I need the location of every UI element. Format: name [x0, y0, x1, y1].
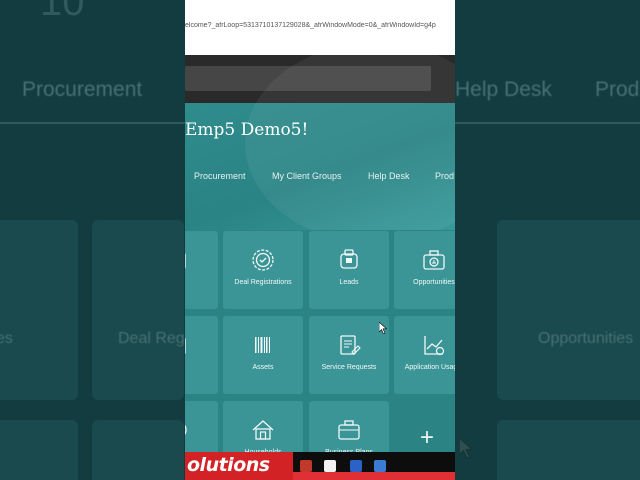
- tab-prod[interactable]: Prod: [435, 171, 454, 181]
- video-banner: olutions: [185, 452, 455, 480]
- tile-label: Service Requests: [321, 364, 377, 371]
- banner-text: olutions: [187, 454, 270, 476]
- lead-icon: [336, 247, 362, 273]
- taskbar-icons: [300, 460, 450, 474]
- bg-tile-label-2: Deal Reg: [118, 330, 185, 347]
- circle-icon: [185, 417, 191, 443]
- bg-tile-6: [497, 420, 640, 480]
- chart-icon: [421, 332, 447, 358]
- mouse-cursor-icon: [379, 322, 387, 334]
- tile-assets[interactable]: Assets: [223, 316, 303, 394]
- tile-es[interactable]: es: [185, 231, 218, 309]
- bg-tile-3: [497, 220, 640, 400]
- bg-tile-4: [0, 420, 78, 480]
- taskbar-app-icon[interactable]: [350, 460, 362, 472]
- tile-label: Leads: [339, 279, 359, 286]
- business-plan-icon: [336, 417, 362, 443]
- barcode-icon: [250, 332, 276, 358]
- tile-service-requests[interactable]: Service Requests: [309, 316, 389, 394]
- bg-procurement: Procurement: [22, 78, 143, 101]
- welcome-greeting: Emp5 Demo5!: [185, 120, 309, 140]
- app-window: elcome?_afrLoop=5313710137129028&_afrWin…: [185, 0, 455, 480]
- taskbar-app-icon[interactable]: [324, 460, 336, 472]
- welcome-banner: Emp5 Demo5! Procurement My Client Groups…: [185, 43, 455, 243]
- tile-leads[interactable]: Leads: [309, 231, 389, 309]
- mouse-cursor-shadow-icon: [459, 438, 473, 458]
- bg-tile-right-label: Opportunities: [538, 330, 634, 347]
- bg-help-desk: Help Desk: [455, 78, 552, 101]
- tab-procurement[interactable]: Procurement: [194, 171, 246, 181]
- house-icon: [250, 417, 276, 443]
- taskbar-app-icon[interactable]: [300, 460, 312, 472]
- tab-my-client-groups[interactable]: My Client Groups: [272, 171, 342, 181]
- tile-deal-registrations[interactable]: Deal Registrations: [223, 231, 303, 309]
- seal-check-icon: [250, 247, 276, 273]
- tile-application-usage-insights[interactable]: Application Usage Insights: [394, 316, 455, 394]
- tile-ox[interactable]: ox: [185, 316, 218, 394]
- bg-tile-2: [92, 220, 184, 400]
- box-icon: [185, 332, 191, 358]
- tab-help-desk[interactable]: Help Desk: [368, 171, 410, 181]
- tile-label: ox: [185, 364, 218, 372]
- tile-label: es: [185, 279, 218, 287]
- tile-label: Assets: [252, 364, 274, 371]
- add-tile-button[interactable]: +: [420, 426, 434, 450]
- bg-number: 10: [40, 0, 85, 24]
- navigation-tabs: Procurement My Client Groups Help Desk P…: [185, 171, 455, 189]
- tile-label: Application Usage Insights: [404, 364, 455, 371]
- service-request-icon: [336, 332, 362, 358]
- briefcase-icon: [421, 247, 447, 273]
- badge-icon: [185, 247, 191, 273]
- url-text: elcome?_afrLoop=5313710137129028&_afrWin…: [185, 22, 436, 29]
- tile-label: Opportunities: [413, 279, 455, 286]
- taskbar-app-icon[interactable]: [374, 460, 386, 472]
- bg-tile-left-label: es: [0, 330, 13, 347]
- tile-label: Deal Registrations: [234, 279, 292, 286]
- bg-tile-5: [92, 420, 184, 480]
- bg-prod: Prod: [595, 78, 640, 101]
- tile-opportunities[interactable]: Opportunities: [394, 231, 455, 309]
- bg-tile-1: [0, 220, 78, 400]
